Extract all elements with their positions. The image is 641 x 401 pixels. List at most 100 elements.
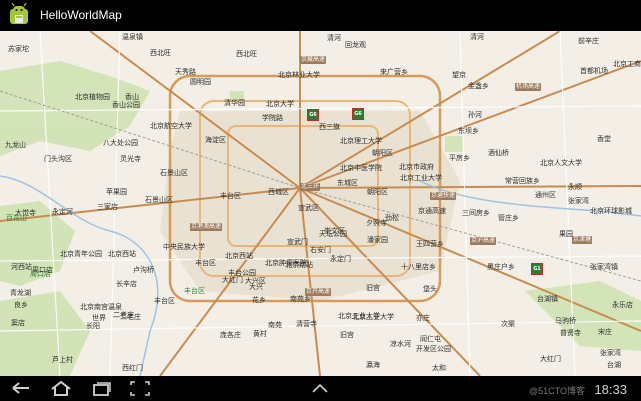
map-place-label: 世界	[92, 314, 106, 322]
map-road-label: 机场高速	[515, 83, 542, 91]
map-place-label: 北京理工大学	[340, 137, 382, 145]
map-place-label: 张家湾	[568, 197, 589, 205]
map-place-label: 西红门	[122, 364, 143, 372]
map-road-label: 北三环	[300, 183, 321, 191]
map-place-label: 宣武区	[298, 204, 319, 212]
map-place-label: 次渠	[501, 320, 515, 328]
map-place-label: 北京青年公园	[60, 250, 102, 258]
android-app-icon	[10, 3, 28, 24]
map-place-label: 苹果园	[106, 188, 127, 196]
map-road-label: 京沪高速	[470, 237, 497, 245]
app-title: HelloWorldMap	[40, 8, 122, 22]
map-place-label: 香山公园	[112, 101, 140, 109]
highway-shield-icon: G1	[531, 263, 543, 275]
map-park-label: 周口店	[30, 270, 51, 278]
map-place-label: 酒仙桥	[488, 149, 509, 157]
map-place-label: 丰台区	[154, 297, 175, 305]
map-place-label: 庞各庄	[220, 331, 241, 339]
map-road-label: 京港澳高速	[190, 223, 223, 231]
map-place-label: 八大处公园	[103, 139, 138, 147]
map-place-label: 北京林业大学	[278, 71, 320, 79]
map-place-label: 河西站	[11, 263, 32, 271]
map-place-label: 北京人文大学	[540, 159, 582, 167]
map-place-label: 西城区	[268, 188, 289, 196]
map-place-label: 望京	[452, 71, 466, 79]
map-place-label: 三间房乡	[462, 209, 490, 217]
map-place-label: 平房乡	[449, 154, 470, 162]
map-place-label: 北京西站	[225, 252, 253, 260]
map-place-label: 永定河	[52, 208, 73, 216]
map-place-label: 芦上村	[52, 356, 73, 364]
map-place-label: 北京大学	[266, 100, 294, 108]
map-place-label: 旧宫	[366, 284, 380, 292]
map-place-label: 北京南宫温泉	[80, 303, 122, 311]
map-place-label: 马驹桥	[555, 317, 576, 325]
map-place-label: 右安门	[310, 246, 331, 254]
map-place-label: 十八里店乡	[401, 263, 436, 271]
map-place-label: 西北旺	[150, 49, 171, 57]
map-place-label: 丰台区	[195, 259, 216, 267]
map-place-label: 太和	[432, 364, 446, 372]
recent-apps-icon[interactable]	[91, 380, 113, 397]
map-place-label: 花乡	[252, 296, 266, 304]
map-place-label: 天坛公园	[319, 230, 347, 238]
map-place-label: 清华园	[224, 99, 245, 107]
map-place-label: 北京西站	[108, 250, 136, 258]
map-place-label: 台湖镇	[537, 295, 558, 303]
screenshot-icon[interactable]	[129, 380, 151, 397]
title-bar: HelloWorldMap	[0, 0, 641, 31]
map-place-label: 张家湾	[600, 349, 621, 357]
menu-up-icon[interactable]	[309, 380, 331, 397]
map-place-label: 九龙山	[5, 141, 26, 149]
map-road-label: 京藏高速	[300, 56, 327, 64]
highway-shield-icon: G6	[352, 108, 364, 120]
map-place-label: 西北旺	[236, 50, 257, 58]
map-place-label: 丰台区	[220, 192, 241, 200]
system-navigation-bar: @51CTO博客 18:33	[0, 376, 641, 401]
map-place-label: 北京环球影城	[590, 207, 632, 215]
map-place-label: 门头沟区	[44, 155, 72, 163]
map-place-label: 青龙湖	[10, 289, 31, 297]
map-place-label: 管庄乡	[498, 214, 519, 222]
map-place-label: 王四营乡	[416, 240, 444, 248]
map-place-label: 天秀路	[175, 68, 196, 76]
map-place-label: 南苑乡	[290, 295, 311, 303]
map-place-label: 良乡	[14, 301, 28, 309]
map-view[interactable]: 温泉镇 苏家坨 西北旺 清河 回龙观 北京林业大学 圆明园 天秀路 来广营乡 西北旺 清河 酒仙桥 香山…	[0, 31, 641, 376]
map-place-label: 学院路	[262, 114, 283, 122]
back-icon[interactable]	[10, 380, 32, 397]
map-place-label: 常营回族乡	[505, 177, 540, 185]
map-place-label: 旧宫	[340, 331, 354, 339]
map-place-label: 石景山区	[145, 196, 173, 204]
map-place-label: 三家店	[97, 203, 118, 211]
map-place-label: 长阳	[86, 322, 100, 330]
map-place-label: 香山	[125, 93, 139, 101]
map-place-label: 二老庄	[120, 313, 141, 321]
map-place-label: 卢沟桥	[133, 266, 154, 274]
map-place-label: 北京工业大学	[338, 312, 380, 320]
map-place-label: 海淀区	[205, 136, 226, 144]
map-place-label: 圆明园	[190, 78, 211, 86]
map-place-label: 金盏乡	[468, 82, 489, 90]
highway-shield-icon: G6	[307, 109, 319, 121]
map-road-label: 京津塘	[572, 236, 593, 244]
map-place-label: 永定门	[330, 255, 351, 263]
map-place-label: 凉水河	[390, 340, 411, 348]
map-place-label: 北京肿瘤医院	[265, 259, 307, 267]
map-road-label: 京开高速	[305, 288, 332, 296]
map-place-label: 清河	[470, 33, 484, 41]
map-place-label: 大红门	[222, 276, 243, 284]
home-icon[interactable]	[50, 380, 72, 397]
map-place-label: 北京工业大学	[400, 174, 442, 182]
map-place-label: 清营寺	[296, 320, 317, 328]
map-place-label: 北京中医学院	[340, 164, 382, 172]
map-place-label: 普贤寺	[560, 329, 581, 337]
map-place-label: 香堂	[597, 135, 611, 143]
map-place-label: 回龙观	[345, 41, 366, 49]
status-clock: 18:33	[594, 382, 627, 397]
map-place-label: 亦庄	[416, 314, 430, 322]
map-place-label: 瀛海	[366, 361, 380, 369]
map-place-label: 东城区	[337, 179, 358, 187]
map-place-label: 宣武门	[287, 238, 308, 246]
map-place-label: 首都机场	[580, 67, 608, 75]
